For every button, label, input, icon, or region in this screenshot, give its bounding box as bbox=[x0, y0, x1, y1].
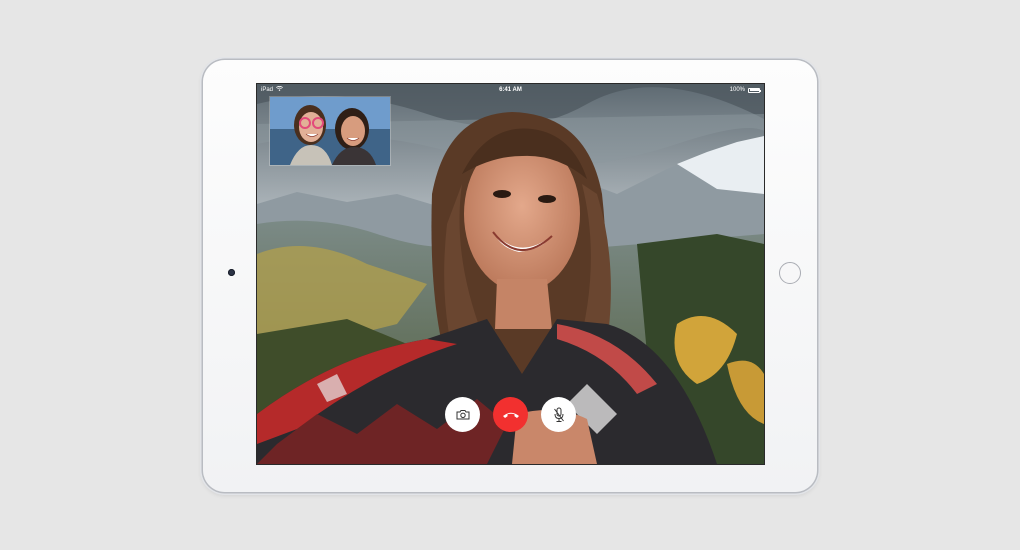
self-view-pip[interactable] bbox=[269, 96, 391, 166]
battery-icon bbox=[748, 87, 761, 93]
status-time: 6:41 AM bbox=[499, 87, 522, 93]
page-background: iPad 6:41 AM 100% bbox=[0, 0, 1020, 550]
microphone-muted-icon bbox=[553, 407, 565, 423]
self-view-video bbox=[270, 97, 390, 165]
home-button[interactable] bbox=[779, 262, 801, 284]
flip-camera-button[interactable] bbox=[445, 397, 480, 432]
battery-percent: 100% bbox=[729, 87, 745, 93]
end-call-button[interactable] bbox=[493, 397, 528, 432]
battery-fill bbox=[749, 89, 759, 91]
mute-button[interactable] bbox=[541, 397, 576, 432]
camera-icon bbox=[456, 409, 470, 420]
status-bar: iPad 6:41 AM 100% bbox=[257, 84, 764, 96]
call-controls bbox=[257, 397, 764, 432]
ipad-device: iPad 6:41 AM 100% bbox=[203, 60, 817, 492]
status-right: 100% bbox=[729, 84, 761, 96]
front-camera bbox=[228, 269, 235, 276]
phone-hangup-icon bbox=[502, 411, 520, 419]
facetime-screen: iPad 6:41 AM 100% bbox=[257, 84, 764, 464]
